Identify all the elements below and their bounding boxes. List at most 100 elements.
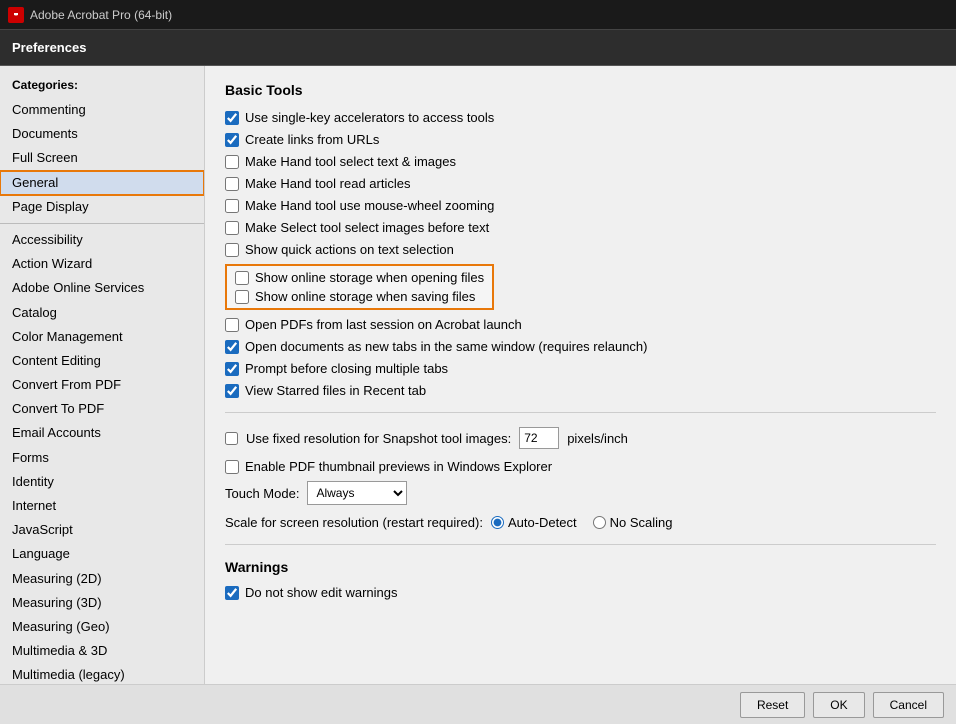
- checkbox-hand-tool-zoom: Make Hand tool use mouse-wheel zooming: [225, 198, 936, 213]
- checkbox-hand-tool-articles: Make Hand tool read articles: [225, 176, 936, 191]
- checkbox-view-starred-files: View Starred files in Recent tab: [225, 383, 936, 398]
- snapshot-resolution-row: Use fixed resolution for Snapshot tool i…: [225, 427, 936, 449]
- checkbox-show-online-saving: Show online storage when saving files: [235, 289, 484, 304]
- sidebar-item-language[interactable]: Language: [0, 542, 204, 566]
- thumbnail-label: Enable PDF thumbnail previews in Windows…: [245, 459, 552, 474]
- sidebar-item-page-display[interactable]: Page Display: [0, 195, 204, 219]
- checkbox-snapshot-input[interactable]: [225, 432, 238, 445]
- radio-no-scaling-label: No Scaling: [610, 515, 673, 530]
- checkbox-open-new-tabs-input[interactable]: [225, 340, 239, 354]
- separator-1: [225, 412, 936, 413]
- checkbox-show-online-opening-label: Show online storage when opening files: [255, 270, 484, 285]
- sidebar-item-multimedia-3d[interactable]: Multimedia & 3D: [0, 639, 204, 663]
- highlighted-checkboxes-container: Show online storage when opening files S…: [225, 264, 494, 310]
- sidebar-item-commenting[interactable]: Commenting: [0, 98, 204, 122]
- touch-mode-dropdown[interactable]: Always Automatic Never: [307, 481, 407, 505]
- reset-button[interactable]: Reset: [740, 692, 805, 718]
- sidebar-item-catalog[interactable]: Catalog: [0, 301, 204, 325]
- dialog-body: Categories: Commenting Documents Full Sc…: [0, 66, 956, 684]
- sidebar-item-identity[interactable]: Identity: [0, 470, 204, 494]
- checkbox-open-new-tabs: Open documents as new tabs in the same w…: [225, 339, 936, 354]
- sidebar-item-email-accounts[interactable]: Email Accounts: [0, 421, 204, 445]
- sidebar-item-forms[interactable]: Forms: [0, 446, 204, 470]
- sidebar-item-internet[interactable]: Internet: [0, 494, 204, 518]
- ok-button[interactable]: OK: [813, 692, 864, 718]
- checkbox-open-pdfs-last-session-input[interactable]: [225, 318, 239, 332]
- sidebar-item-general[interactable]: General: [0, 171, 204, 195]
- sidebar-divider: [0, 223, 204, 224]
- checkbox-quick-actions-label: Show quick actions on text selection: [245, 242, 454, 257]
- checkbox-quick-actions-input[interactable]: [225, 243, 239, 257]
- checkbox-open-pdfs-last-session-label: Open PDFs from last session on Acrobat l…: [245, 317, 522, 332]
- checkbox-hand-tool-zoom-label: Make Hand tool use mouse-wheel zooming: [245, 198, 494, 213]
- sidebar-item-content-editing[interactable]: Content Editing: [0, 349, 204, 373]
- sidebar-item-measuring-geo[interactable]: Measuring (Geo): [0, 615, 204, 639]
- checkbox-hand-tool-text-input[interactable]: [225, 155, 239, 169]
- snapshot-unit-label: pixels/inch: [567, 431, 628, 446]
- checkbox-select-tool-images-label: Make Select tool select images before te…: [245, 220, 489, 235]
- radio-auto-detect[interactable]: [491, 516, 504, 529]
- checkbox-single-key: Use single-key accelerators to access to…: [225, 110, 936, 125]
- dialog-footer: Reset OK Cancel: [0, 684, 956, 724]
- warnings-title: Warnings: [225, 559, 936, 575]
- checkbox-show-online-saving-input[interactable]: [235, 290, 249, 304]
- radio-auto-detect-label: Auto-Detect: [508, 515, 577, 530]
- scale-row: Scale for screen resolution (restart req…: [225, 515, 936, 530]
- basic-tools-title: Basic Tools: [225, 82, 936, 98]
- checkbox-hand-tool-text: Make Hand tool select text & images: [225, 154, 936, 169]
- checkbox-single-key-input[interactable]: [225, 111, 239, 125]
- radio-no-scaling[interactable]: [593, 516, 606, 529]
- checkbox-open-new-tabs-label: Open documents as new tabs in the same w…: [245, 339, 648, 354]
- checkbox-create-links-input[interactable]: [225, 133, 239, 147]
- radio-auto-detect-row: Auto-Detect: [491, 515, 577, 530]
- sidebar-item-adobe-online-services[interactable]: Adobe Online Services: [0, 276, 204, 300]
- title-bar-text: Adobe Acrobat Pro (64-bit): [30, 8, 172, 22]
- checkbox-view-starred-files-label: View Starred files in Recent tab: [245, 383, 426, 398]
- preferences-dialog: Categories: Commenting Documents Full Sc…: [0, 66, 956, 724]
- checkbox-prompt-closing-tabs-input[interactable]: [225, 362, 239, 376]
- title-bar: Adobe Acrobat Pro (64-bit): [0, 0, 956, 30]
- main-content: Basic Tools Use single-key accelerators …: [205, 66, 956, 684]
- checkbox-create-links-label: Create links from URLs: [245, 132, 379, 147]
- sidebar-item-measuring-2d[interactable]: Measuring (2D): [0, 567, 204, 591]
- scale-label: Scale for screen resolution (restart req…: [225, 515, 483, 530]
- sidebar-item-full-screen[interactable]: Full Screen: [0, 146, 204, 170]
- checkbox-hand-tool-articles-label: Make Hand tool read articles: [245, 176, 410, 191]
- sidebar-item-accessibility[interactable]: Accessibility: [0, 228, 204, 252]
- snapshot-value-input[interactable]: [519, 427, 559, 449]
- sidebar-item-documents[interactable]: Documents: [0, 122, 204, 146]
- menu-bar: Preferences: [0, 30, 956, 66]
- sidebar-item-convert-to-pdf[interactable]: Convert To PDF: [0, 397, 204, 421]
- checkbox-quick-actions: Show quick actions on text selection: [225, 242, 936, 257]
- checkbox-select-tool-images: Make Select tool select images before te…: [225, 220, 936, 235]
- snapshot-label: Use fixed resolution for Snapshot tool i…: [246, 431, 511, 446]
- checkbox-hand-tool-articles-input[interactable]: [225, 177, 239, 191]
- checkbox-show-online-opening: Show online storage when opening files: [235, 270, 484, 285]
- touch-mode-row: Touch Mode: Always Automatic Never: [225, 481, 936, 505]
- scale-radio-group: Auto-Detect No Scaling: [491, 515, 673, 530]
- app-icon: [8, 7, 24, 23]
- checkbox-no-edit-warnings-input[interactable]: [225, 586, 239, 600]
- sidebar-item-convert-from-pdf[interactable]: Convert From PDF: [0, 373, 204, 397]
- cancel-button[interactable]: Cancel: [873, 692, 944, 718]
- menu-bar-title: Preferences: [12, 40, 86, 55]
- checkbox-prompt-closing-tabs-label: Prompt before closing multiple tabs: [245, 361, 448, 376]
- checkbox-thumbnail-input[interactable]: [225, 460, 239, 474]
- sidebar-item-action-wizard[interactable]: Action Wizard: [0, 252, 204, 276]
- sidebar-item-javascript[interactable]: JavaScript: [0, 518, 204, 542]
- checkbox-select-tool-images-input[interactable]: [225, 221, 239, 235]
- checkbox-prompt-closing-tabs: Prompt before closing multiple tabs: [225, 361, 936, 376]
- checkbox-show-online-opening-input[interactable]: [235, 271, 249, 285]
- sidebar-item-measuring-3d[interactable]: Measuring (3D): [0, 591, 204, 615]
- checkbox-view-starred-files-input[interactable]: [225, 384, 239, 398]
- checkbox-thumbnail-row: Enable PDF thumbnail previews in Windows…: [225, 459, 936, 474]
- checkbox-hand-tool-text-label: Make Hand tool select text & images: [245, 154, 456, 169]
- checkbox-hand-tool-zoom-input[interactable]: [225, 199, 239, 213]
- checkbox-show-online-saving-label: Show online storage when saving files: [255, 289, 475, 304]
- sidebar-item-color-management[interactable]: Color Management: [0, 325, 204, 349]
- checkbox-single-key-label: Use single-key accelerators to access to…: [245, 110, 494, 125]
- sidebar-item-multimedia-legacy[interactable]: Multimedia (legacy): [0, 663, 204, 684]
- touch-mode-label: Touch Mode:: [225, 486, 299, 501]
- checkbox-create-links: Create links from URLs: [225, 132, 936, 147]
- sidebar: Categories: Commenting Documents Full Sc…: [0, 66, 205, 684]
